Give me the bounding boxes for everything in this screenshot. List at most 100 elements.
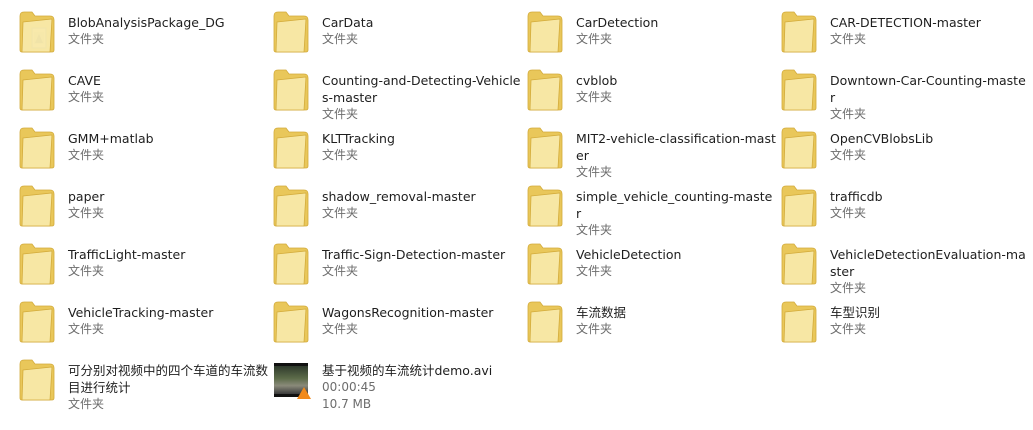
file-type-label: 文件夹 [576,32,613,46]
video-thumbnail [274,363,311,399]
folder-icon [268,240,314,288]
file-name: simple_vehicle_counting-master [576,189,773,221]
file-tile[interactable]: OpenCVBlobsLib 文件夹 [776,124,1030,182]
file-name: 车型识别 [830,305,881,320]
file-tile-text: 基于视频的车流统计demo.avi 00:00:45 10.7 MB [322,356,522,413]
folder-icon [14,240,60,288]
file-type-label: 文件夹 [68,148,105,162]
file-tile[interactable]: TrafficLight-master 文件夹 [14,240,268,298]
file-name: MIT2-vehicle-classification-master [576,131,776,163]
file-name: CAR-DETECTION-master [830,15,981,30]
file-tile[interactable]: 车型识别 文件夹 [776,298,1030,356]
file-tile[interactable]: CarDetection 文件夹 [522,8,776,66]
file-name: KLTTracking [322,131,395,146]
file-name: cvblob [576,73,618,88]
file-name: trafficdb [830,189,883,204]
file-tile[interactable]: trafficdb 文件夹 [776,182,1030,240]
file-tile-text: BlobAnalysisPackage_DG 文件夹 [68,8,268,48]
folder-icon [522,298,568,346]
file-name: BlobAnalysisPackage_DG [68,15,225,30]
file-tile[interactable]: 基于视频的车流统计demo.avi 00:00:45 10.7 MB [268,356,522,414]
file-name: CAVE [68,73,101,88]
file-tile-text: trafficdb 文件夹 [830,182,1030,222]
file-type-label: 文件夹 [576,90,613,104]
folder-icon [268,8,314,56]
folder-icon [776,240,822,288]
file-tile-text: shadow_removal-master 文件夹 [322,182,522,222]
file-name: shadow_removal-master [322,189,476,204]
file-type-label: 文件夹 [322,264,359,278]
file-tile-text: Downtown-Car-Counting-master 文件夹 [830,66,1030,123]
folder-icon [776,182,822,230]
matlab-folder-icon [14,8,60,56]
file-tile-text: WagonsRecognition-master 文件夹 [322,298,522,338]
file-tile-text: cvblob 文件夹 [576,66,776,106]
file-tile[interactable]: KLTTracking 文件夹 [268,124,522,182]
file-tile[interactable]: CarData 文件夹 [268,8,522,66]
folder-icon [14,66,60,114]
folder-icon [14,124,60,172]
file-name: VehicleDetection [576,247,682,262]
file-name: paper [68,189,105,204]
file-tile[interactable]: simple_vehicle_counting-master 文件夹 [522,182,776,240]
file-type-label: 文件夹 [830,107,867,121]
file-tile-text: MIT2-vehicle-classification-master 文件夹 [576,124,776,181]
file-tile[interactable]: shadow_removal-master 文件夹 [268,182,522,240]
folder-icon [14,182,60,230]
file-tile-text: CAVE 文件夹 [68,66,268,106]
file-tile-text: OpenCVBlobsLib 文件夹 [830,124,1030,164]
file-name: CarData [322,15,374,30]
file-tile[interactable]: 可分别对视频中的四个车道的车流数目进行统计文件夹 [14,356,268,414]
file-tile[interactable]: CAR-DETECTION-master 文件夹 [776,8,1030,66]
file-type-label: 00:00:45 [322,380,376,394]
file-type-label: 文件夹 [322,32,359,46]
file-name: GMM+matlab [68,131,154,146]
file-tile-text: Counting-and-Detecting-Vehicles-master 文件… [322,66,522,123]
file-tile-text: KLTTracking 文件夹 [322,124,522,164]
file-tile[interactable]: CAVE 文件夹 [14,66,268,124]
file-name: 可分别对视频中的四个车道的车流数目进行统计 [68,363,269,395]
file-type-label: 文件夹 [322,206,359,220]
folder-icon [268,124,314,172]
file-type-label: 文件夹 [322,107,359,121]
folder-icon [268,298,314,346]
file-type-label: 文件夹 [830,148,867,162]
file-tile-text: TrafficLight-master 文件夹 [68,240,268,280]
file-tile[interactable]: VehicleTracking-master 文件夹 [14,298,268,356]
file-tile[interactable]: WagonsRecognition-master 文件夹 [268,298,522,356]
file-tile-text: CarData 文件夹 [322,8,522,48]
file-tile[interactable]: cvblob 文件夹 [522,66,776,124]
folder-icon [14,356,60,404]
file-tile[interactable]: 车流数据 文件夹 [522,298,776,356]
folder-icon [776,124,822,172]
folder-icon [522,124,568,172]
file-tile-text: VehicleDetectionEvaluation-master 文件夹 [830,240,1030,297]
file-tile-text: Traffic-Sign-Detection-master 文件夹 [322,240,522,280]
file-tile-text: VehicleDetection 文件夹 [576,240,776,280]
file-view-pane: BlobAnalysisPackage_DG 文件夹 CarData 文件夹 CarDe… [0,0,1033,430]
file-tile[interactable]: BlobAnalysisPackage_DG 文件夹 [14,8,268,66]
file-tile[interactable]: MIT2-vehicle-classification-master 文件夹 [522,124,776,182]
video-file-icon [268,356,314,404]
file-type-label: 文件夹 [68,397,105,411]
folder-icon [268,66,314,114]
file-tile[interactable]: Downtown-Car-Counting-master 文件夹 [776,66,1030,124]
file-size-label: 10.7 MB [322,397,372,411]
file-tile[interactable]: VehicleDetectionEvaluation-master 文件夹 [776,240,1030,298]
file-type-label: 文件夹 [830,206,867,220]
file-tile[interactable]: VehicleDetection 文件夹 [522,240,776,298]
folder-icon [522,182,568,230]
folder-icon [14,298,60,346]
folder-icon [776,66,822,114]
file-tile[interactable]: Counting-and-Detecting-Vehicles-master 文件… [268,66,522,124]
folder-icon [522,8,568,56]
folder-icon [268,182,314,230]
file-name: 车流数据 [576,305,627,320]
file-type-label: 文件夹 [830,281,867,295]
file-name: WagonsRecognition-master [322,305,494,320]
file-name: VehicleTracking-master [68,305,214,320]
folder-icon [522,66,568,114]
file-tile[interactable]: Traffic-Sign-Detection-master 文件夹 [268,240,522,298]
file-tile[interactable]: GMM+matlab 文件夹 [14,124,268,182]
file-tile[interactable]: paper 文件夹 [14,182,268,240]
